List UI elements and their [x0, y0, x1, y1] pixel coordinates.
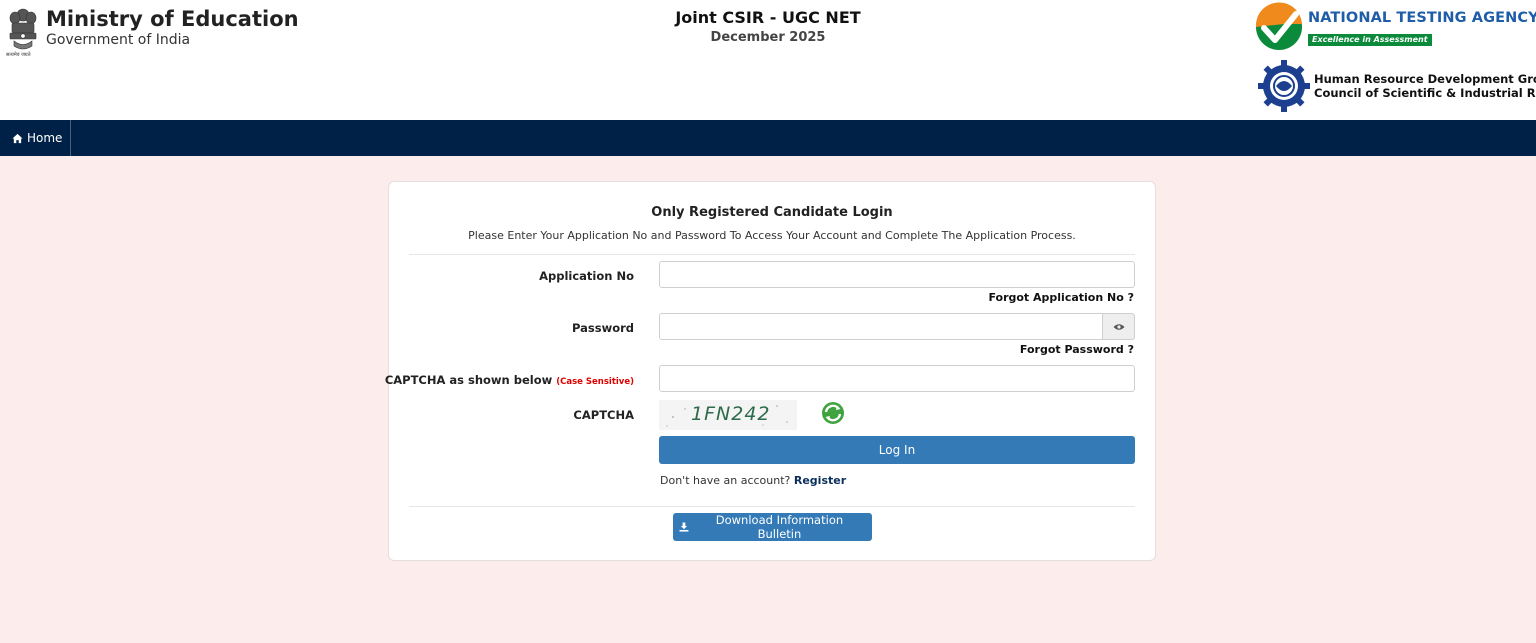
- top-divider: [409, 254, 1135, 255]
- login-button[interactable]: Log In: [659, 436, 1135, 464]
- toggle-password-button[interactable]: [1103, 313, 1135, 340]
- eye-icon: [1113, 323, 1124, 330]
- login-title: Only Registered Candidate Login: [651, 205, 893, 220]
- refresh-captcha-icon[interactable]: [820, 400, 846, 426]
- main-navbar: Home: [0, 120, 1536, 156]
- captcha-label: CAPTCHA: [573, 408, 634, 422]
- register-link[interactable]: Register: [794, 474, 846, 487]
- forgot-application-link[interactable]: Forgot Application No ?: [988, 291, 1134, 304]
- csir-line-2: Council of Scientific & Industrial Resea…: [1314, 86, 1536, 100]
- register-prompt: Don't have an account? Register: [660, 474, 846, 487]
- download-bulletin-button[interactable]: Download Information Bulletin: [673, 513, 872, 541]
- application-no-label: Application No: [539, 269, 634, 283]
- nta-branding: NATIONAL TESTING AGENCY Excellence in As…: [1254, 2, 1536, 52]
- captcha-input[interactable]: [659, 365, 1135, 392]
- application-no-input[interactable]: [659, 261, 1135, 288]
- captcha-input-label: CAPTCHA as shown below (Case Sensitive): [385, 373, 634, 387]
- case-sensitive-note: (Case Sensitive): [556, 377, 634, 387]
- login-card: Only Registered Candidate Login Please E…: [385, 181, 1156, 561]
- emblem-caption: सत्यमेव जयते: [6, 52, 31, 58]
- download-icon: [679, 522, 689, 532]
- captcha-image: 1FN242: [659, 400, 797, 430]
- captcha-input-label-text: CAPTCHA as shown below: [384, 373, 553, 387]
- download-bulletin-label: Download Information Bulletin: [715, 513, 844, 541]
- forgot-password-link[interactable]: Forgot Password ?: [1020, 343, 1134, 356]
- agency-tagline: Excellence in Assessment: [1308, 33, 1432, 46]
- no-account-text: Don't have an account?: [660, 474, 791, 487]
- csir-line-1: Human Resource Development Group: [1314, 72, 1536, 86]
- nav-home-label: Home: [27, 131, 63, 145]
- login-description: Please Enter Your Application No and Pas…: [468, 229, 1076, 242]
- csir-branding: Human Resource Development Group Council…: [1256, 58, 1536, 114]
- password-input[interactable]: [659, 313, 1103, 340]
- password-label: Password: [572, 321, 634, 335]
- csir-gear-logo-icon: [1258, 60, 1310, 112]
- nta-logo-icon: [1255, 2, 1302, 50]
- bottom-divider: [409, 506, 1135, 507]
- captcha-code: 1FN242: [691, 403, 771, 425]
- nav-home-link[interactable]: Home: [0, 120, 72, 156]
- home-icon: [12, 133, 23, 143]
- agency-name: NATIONAL TESTING AGENCY: [1308, 9, 1536, 26]
- site-header: सत्यमेव जयते Ministry of Education Gover…: [0, 0, 1536, 120]
